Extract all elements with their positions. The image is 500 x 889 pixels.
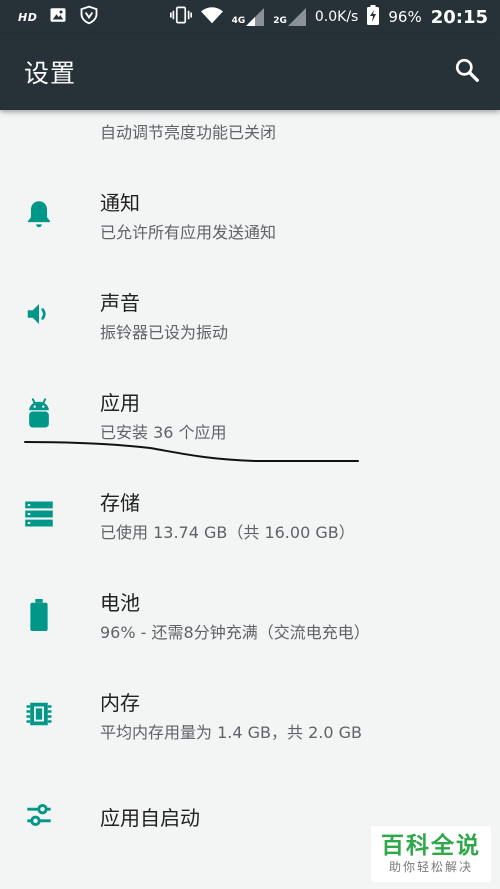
search-icon: [454, 57, 480, 87]
image-notification-icon: [49, 6, 67, 28]
settings-item-notifications[interactable]: 通知 已允许所有应用发送通知: [0, 165, 500, 265]
settings-item-subtitle: 已安装 36 个应用: [100, 423, 227, 442]
settings-item-storage[interactable]: 存储 已使用 13.74 GB（共 16.00 GB）: [0, 465, 500, 565]
wifi-icon: [200, 6, 223, 28]
settings-item-title: 内存: [100, 691, 140, 715]
volume-icon: [22, 297, 56, 331]
settings-item-title: 存储: [100, 491, 140, 515]
status-bar: HD 4G 2G 0.0K/s 96% 20:15: [0, 0, 500, 34]
watermark-logo: 百科全说 助你轻松解决: [371, 826, 491, 882]
network-4g-label: 4G: [231, 16, 246, 26]
watermark-main-text: 百科全说: [381, 833, 481, 859]
signal-4g-icon: 4G: [232, 8, 265, 26]
app-bar: 设置: [0, 34, 500, 110]
settings-item-memory[interactable]: 内存 平均内存用量为 1.4 GB，共 2.0 GB: [0, 665, 500, 765]
settings-item-title: 通知: [100, 191, 140, 215]
memory-icon: [22, 697, 56, 731]
battery-percentage: 96%: [388, 8, 422, 26]
settings-item-title: 声音: [100, 291, 140, 315]
bell-icon: [22, 197, 56, 231]
search-button[interactable]: [452, 57, 482, 87]
settings-item-subtitle: 已允许所有应用发送通知: [100, 223, 277, 242]
signal-2g-icon: 2G: [273, 8, 306, 26]
settings-item-apps[interactable]: 应用 已安装 36 个应用: [0, 365, 500, 465]
settings-list: 自动调节亮度功能已关闭 通知 已允许所有应用发送通知 声音 振铃器已设为振动 应…: [0, 110, 500, 889]
battery-charging-icon: [367, 5, 380, 29]
android-icon: [22, 397, 56, 431]
hd-indicator: HD: [18, 10, 38, 24]
network-speed: 0.0K/s: [314, 9, 359, 25]
clock: 20:15: [430, 6, 488, 28]
settings-item-display[interactable]: 自动调节亮度功能已关闭: [0, 110, 500, 160]
settings-item-subtitle: 平均内存用量为 1.4 GB，共 2.0 GB: [100, 723, 362, 742]
storage-icon: [22, 497, 56, 531]
tune-icon: [22, 798, 56, 832]
network-2g-label: 2G: [273, 16, 287, 26]
settings-item-subtitle: 自动调节亮度功能已关闭: [100, 123, 277, 142]
vibrate-icon: [169, 6, 192, 28]
page-title: 设置: [24, 59, 77, 88]
shield-icon: [79, 5, 99, 29]
watermark-sub-text: 助你轻松解决: [388, 860, 473, 874]
settings-item-sound[interactable]: 声音 振铃器已设为振动: [0, 265, 500, 365]
settings-item-title: 电池: [100, 591, 140, 615]
settings-item-title: 应用自启动: [100, 806, 200, 830]
settings-item-battery[interactable]: 电池 96% - 还需8分钟充满（交流电充电）: [0, 565, 500, 665]
settings-item-title: 应用: [100, 391, 140, 415]
settings-item-subtitle: 已使用 13.74 GB（共 16.00 GB）: [100, 523, 355, 542]
battery-icon: [22, 598, 56, 632]
settings-item-subtitle: 振铃器已设为振动: [100, 323, 229, 342]
settings-item-subtitle: 96% - 还需8分钟充满（交流电充电）: [100, 623, 370, 642]
